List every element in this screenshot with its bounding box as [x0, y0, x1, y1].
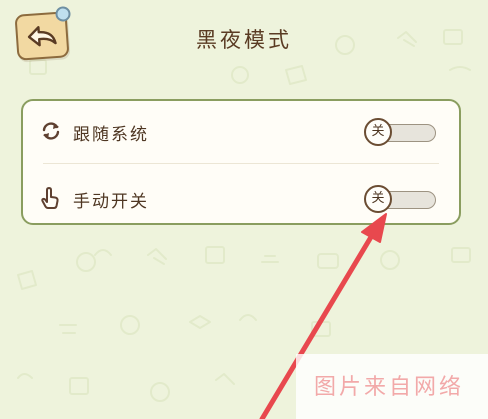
watermark: 图片来自网络 [296, 354, 488, 419]
watermark-text: 图片来自网络 [314, 375, 465, 400]
